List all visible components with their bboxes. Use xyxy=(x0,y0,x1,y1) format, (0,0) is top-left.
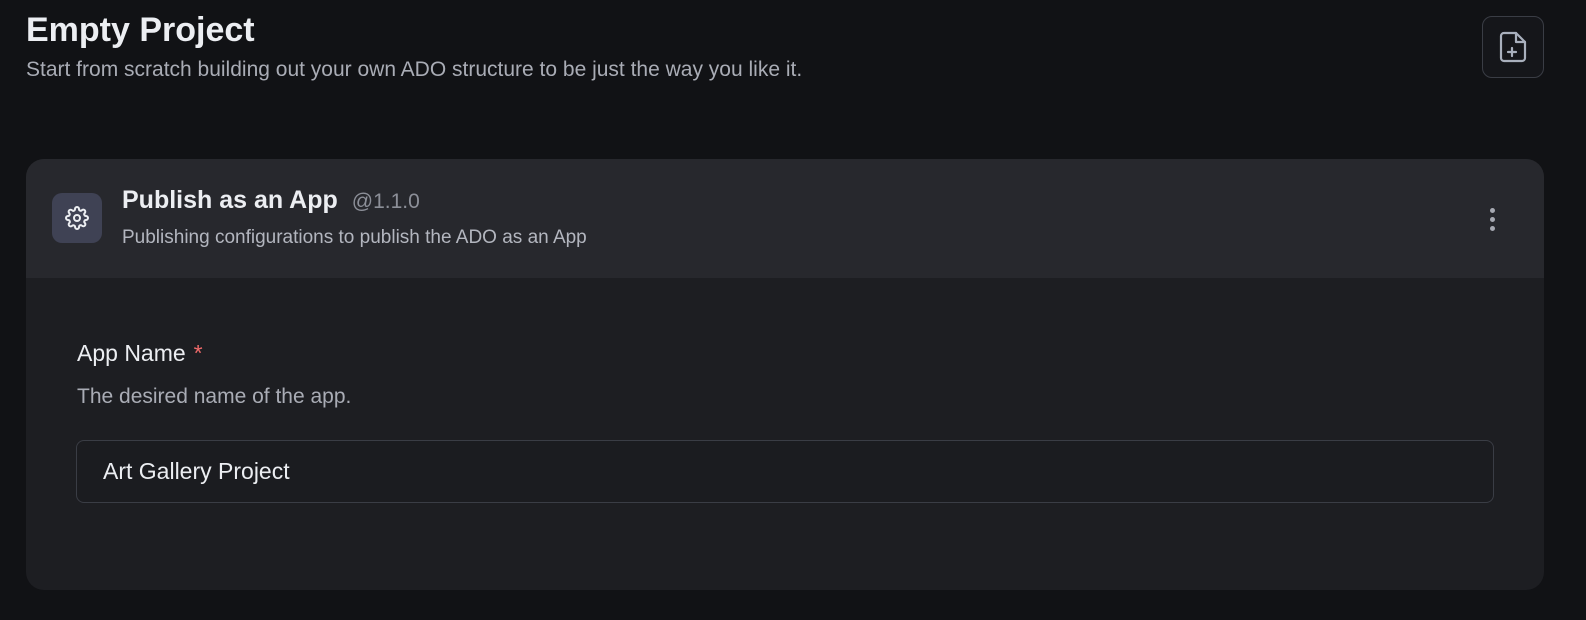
module-card-body: App Name * The desired name of the app. xyxy=(26,278,1544,590)
module-menu-button[interactable] xyxy=(1478,199,1506,239)
file-plus-icon xyxy=(1499,31,1527,63)
module-version: @1.1.0 xyxy=(351,190,420,213)
module-title-row: Publish as an App @1.1.0 xyxy=(122,186,420,215)
module-card: Publish as an App @1.1.0 Publishing conf… xyxy=(26,159,1544,590)
app-name-input[interactable] xyxy=(76,440,1494,503)
page-header: Empty Project Start from scratch buildin… xyxy=(26,10,1560,84)
page-subtitle: Start from scratch building out your own… xyxy=(26,58,803,81)
module-icon-tile xyxy=(52,193,102,243)
app-name-label: App Name * xyxy=(77,340,203,367)
module-card-header: Publish as an App @1.1.0 Publishing conf… xyxy=(26,159,1544,278)
app-name-label-text: App Name xyxy=(77,340,186,366)
page-title: Empty Project xyxy=(26,11,255,49)
module-title: Publish as an App xyxy=(122,186,338,214)
new-file-button[interactable] xyxy=(1482,16,1544,78)
app-name-description: The desired name of the app. xyxy=(77,385,352,408)
gear-icon xyxy=(65,206,89,230)
more-vertical-icon xyxy=(1489,207,1495,231)
module-description: Publishing configurations to publish the… xyxy=(122,227,587,248)
required-mark: * xyxy=(193,340,203,366)
